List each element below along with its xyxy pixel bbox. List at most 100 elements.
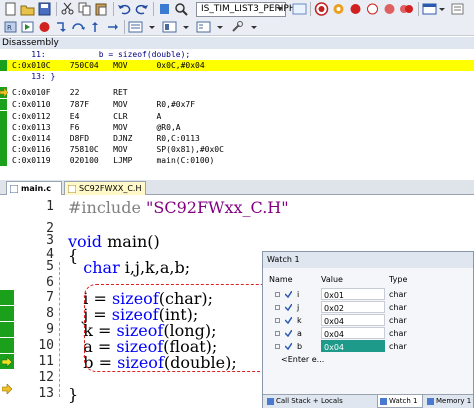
tree-node-icon [275, 318, 280, 323]
tab-label: Call Stack + Locals [276, 397, 343, 405]
stop-icon[interactable] [37, 20, 52, 34]
disassembly-asm-line[interactable]: C:0x0116 75810C MOV SP(0x81),#0x0C [0, 144, 474, 155]
disassembly-window-icon[interactable] [128, 20, 143, 34]
code-line[interactable]: } [68, 385, 78, 404]
disassembly-asm-line[interactable]: C:0x0113 F6 MOV @R0,A [0, 122, 474, 133]
target-select[interactable]: IS_TIM_LIST3_PERIPH [196, 2, 296, 17]
line-number: 1 [46, 199, 54, 214]
run-icon[interactable] [20, 20, 35, 34]
chevron-down-icon[interactable] [247, 20, 262, 34]
line-number: 9 [46, 322, 54, 337]
watch-var-name: i [297, 290, 300, 299]
watch-header-value[interactable]: Value [321, 274, 343, 286]
coverage-bar [0, 60, 7, 71]
settings-icon[interactable] [450, 2, 465, 16]
disassembly-source-line[interactable]: 11: b = sizeof(double); [0, 49, 474, 60]
memory-window-icon[interactable] [196, 20, 211, 34]
disassembly-asm-line[interactable]: C:0x0114 D8FD DJNZ R0,C:0113 [0, 133, 474, 144]
watch-var-value[interactable]: 0x04 [321, 327, 385, 339]
tree-node-icon [275, 331, 280, 336]
open-folder-icon[interactable] [20, 2, 35, 16]
toolbar-separator [153, 2, 154, 16]
disassembly-pane[interactable]: 11: b = sizeof(double); C:0x010C 750C04 M… [0, 49, 474, 166]
coverage-bar [0, 290, 14, 305]
breakpoint-kill-icon[interactable] [382, 2, 397, 16]
watch-header-type[interactable]: Type [389, 274, 407, 286]
tools-icon[interactable] [230, 20, 245, 34]
chevron-down-icon[interactable] [179, 20, 194, 34]
disassembly-text: C:0x0113 F6 MOV @R0,A [12, 123, 181, 132]
disassembly-asm-line[interactable]: C:0x0112 E4 CLR A [0, 111, 474, 122]
disassembly-title: Disassembly [0, 37, 474, 49]
disassembly-asm-line[interactable]: C:0x010F 22 RET [0, 87, 474, 98]
code-line[interactable]: char i,j,k,a,b; [68, 258, 190, 277]
cut-icon[interactable] [60, 2, 75, 16]
window-layout-icon[interactable] [422, 2, 437, 16]
run-to-cursor-icon[interactable] [105, 20, 120, 34]
step-over-icon[interactable] [71, 20, 86, 34]
save-icon[interactable] [37, 2, 52, 16]
reset-icon[interactable]: R [3, 20, 18, 34]
watch-row[interactable]: i 0x01 char [263, 288, 473, 301]
debug-stop-icon[interactable] [314, 2, 329, 16]
disassembly-source-line[interactable]: 13: } [0, 71, 474, 82]
tab-header-file[interactable]: SC92FWXX_C.H [64, 181, 146, 195]
coverage-bar [0, 155, 7, 166]
tab-memory-1[interactable]: Memory 1 [425, 395, 471, 408]
chevron-down-icon[interactable] [145, 20, 160, 34]
watch-header-name[interactable]: Name [269, 274, 293, 286]
disassembly-asm-line[interactable]: C:0x0119 020100 LJMP main(C:0100) [0, 155, 474, 166]
toolbar: IS_TIM_LIST3_PERIPH R [0, 0, 474, 36]
step-out-icon[interactable] [88, 20, 103, 34]
watch-window-icon[interactable] [162, 20, 177, 34]
toolbar-separator [418, 2, 419, 16]
toolbar-separator [113, 2, 114, 16]
watch-row[interactable]: a 0x04 char [263, 327, 473, 340]
new-file-icon[interactable] [3, 2, 18, 16]
breakpoint-kill-all-icon[interactable] [399, 2, 414, 16]
line-number: 6 [46, 275, 54, 290]
bookmark-icon[interactable] [157, 2, 172, 16]
watch-enter-expression[interactable]: <Enter e... [263, 353, 473, 366]
chevron-down-icon[interactable] [213, 20, 228, 34]
code-token: main() [107, 232, 160, 251]
chevron-down-icon[interactable] [438, 2, 446, 16]
translate-icon[interactable] [292, 2, 307, 16]
watch-var-type: char [389, 316, 407, 325]
coverage-bar [0, 322, 14, 337]
disassembly-text: C:0x010C 750C04 MOV 0x0C,#0x04 [12, 61, 205, 70]
step-into-icon[interactable] [54, 20, 69, 34]
disassembly-asm-line[interactable]: C:0x010C 750C04 MOV 0x0C,#0x04 [0, 60, 474, 71]
variable-icon [285, 317, 292, 324]
code-line[interactable]: #include "SC92FWxx_C.H" [68, 198, 289, 217]
debug-icon[interactable] [331, 2, 346, 16]
breakpoint-disable-icon[interactable] [365, 2, 380, 16]
watch-var-type: char [389, 329, 407, 338]
watch-header: Name Value Type [263, 274, 473, 286]
disassembly-asm-line[interactable]: C:0x0110 787F MOV R0,#0x7F [0, 99, 474, 110]
watch-row[interactable]: k 0x04 char [263, 314, 473, 327]
watch-row[interactable]: b 0x04 char [263, 340, 473, 353]
tab-watch-1[interactable]: Watch 1 [377, 395, 423, 408]
tab-main-c[interactable]: main.c [6, 181, 62, 195]
redo-icon[interactable] [134, 2, 149, 16]
undo-icon[interactable] [117, 2, 132, 16]
editor-tabs: main.c SC92FWXX_C.H [0, 180, 474, 195]
call-stack-icon [267, 398, 274, 405]
tree-node-icon [275, 344, 280, 349]
tab-label: main.c [21, 184, 51, 193]
find-icon[interactable] [174, 2, 189, 16]
watch-var-value[interactable]: 0x02 [321, 301, 385, 313]
line-number: 7 [46, 290, 54, 305]
tab-call-stack-locals[interactable]: Call Stack + Locals [265, 395, 375, 408]
watch-row[interactable]: j 0x02 char [263, 301, 473, 314]
breakpoint-icon[interactable] [348, 2, 363, 16]
paste-icon[interactable] [94, 2, 109, 16]
watch-var-value[interactable]: 0x01 [321, 288, 385, 300]
copy-icon[interactable] [77, 2, 92, 16]
line-number: 12 [38, 370, 54, 385]
tab-label: SC92FWXX_C.H [79, 184, 142, 193]
code-line[interactable]: void main() [68, 232, 160, 251]
watch-var-value[interactable]: 0x04 [321, 340, 385, 352]
watch-var-value[interactable]: 0x04 [321, 314, 385, 326]
